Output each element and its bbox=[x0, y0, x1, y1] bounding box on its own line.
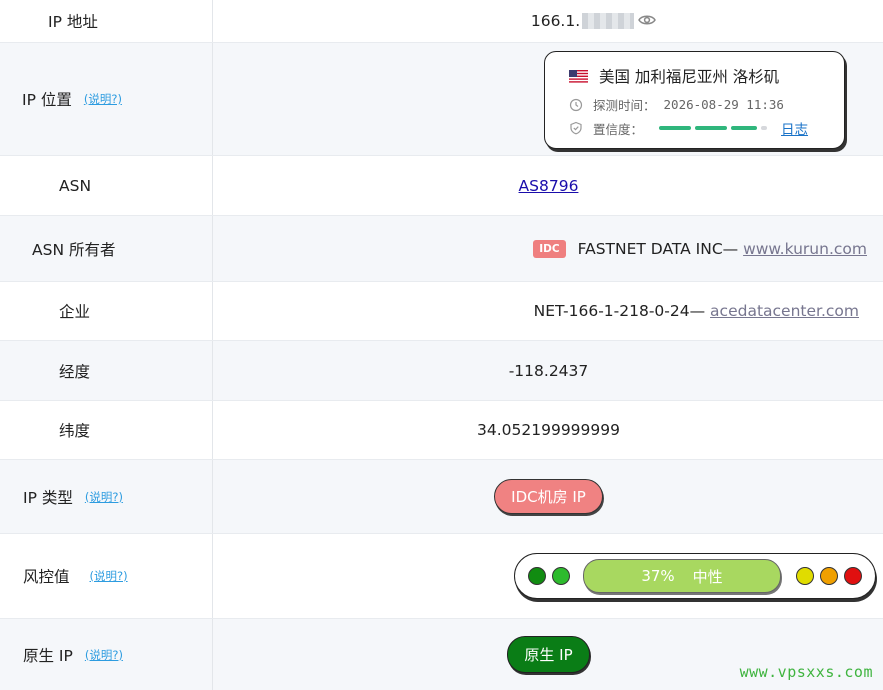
label-ip-location: IP 位置 (说明?) bbox=[0, 43, 213, 155]
row-longitude: 经度 -118.2437 bbox=[0, 341, 883, 401]
label-ip-type: IP 类型 (说明?) bbox=[0, 460, 213, 533]
idc-badge: IDC bbox=[533, 239, 566, 258]
asn-owner-domain-link[interactable]: www.kurun.com bbox=[743, 240, 867, 258]
row-ip-location: IP 位置 (说明?) 美国 加利福尼亚州 洛杉矶 探测时间： 2026-08-… bbox=[0, 43, 883, 156]
enterprise-name: NET-166-1-218-0-24— bbox=[533, 302, 711, 320]
confidence-bar bbox=[659, 126, 768, 130]
label-latitude: 纬度 bbox=[0, 401, 213, 459]
risk-level: 中性 bbox=[692, 567, 723, 586]
row-asn-owner: ASN 所有者 IDC FASTNET DATA INC— www.kurun.… bbox=[0, 216, 883, 282]
explain-link-location[interactable]: (说明?) bbox=[84, 91, 122, 107]
location-card: 美国 加利福尼亚州 洛杉矶 探测时间： 2026-08-29 11:36 置信度… bbox=[544, 51, 845, 149]
label-ip-address: IP 地址 bbox=[0, 0, 213, 42]
asn-owner-name: FASTNET DATA INC— bbox=[577, 239, 744, 258]
confidence-seg bbox=[659, 126, 692, 130]
value-ip-address: 166.1. bbox=[214, 0, 883, 42]
label-enterprise: 企业 bbox=[0, 282, 213, 340]
longitude-value: -118.2437 bbox=[508, 361, 589, 380]
location-main: 美国 加利福尼亚州 洛杉矶 bbox=[569, 65, 779, 87]
label-asn-owner: ASN 所有者 bbox=[0, 216, 213, 281]
confidence-seg bbox=[731, 126, 758, 130]
enterprise-domain-link[interactable]: acedatacenter.com bbox=[710, 302, 859, 320]
explain-link-native[interactable]: (说明?) bbox=[85, 647, 123, 663]
watermark: www.vpsxxs.com bbox=[739, 663, 873, 681]
label-longitude: 经度 bbox=[0, 341, 213, 400]
explain-link-ip-type[interactable]: (说明?) bbox=[85, 489, 123, 505]
detect-time-value: 2026-08-29 11:36 bbox=[663, 97, 784, 112]
row-ip-type: IP 类型 (说明?) IDC机房 IP bbox=[0, 460, 883, 534]
risk-dot-orange bbox=[820, 567, 838, 585]
label-native-ip: 原生 IP (说明?) bbox=[0, 619, 213, 690]
log-link[interactable]: 日志 bbox=[781, 118, 808, 138]
detect-time-label: 探测时间： bbox=[593, 98, 656, 113]
asn-link[interactable]: AS8796 bbox=[519, 177, 579, 195]
us-flag-icon bbox=[569, 70, 588, 83]
value-latitude: 34.052199999999 bbox=[214, 401, 883, 459]
value-longitude: -118.2437 bbox=[214, 341, 883, 400]
latitude-value: 34.052199999999 bbox=[477, 421, 620, 439]
explain-link-risk[interactable]: (说明?) bbox=[90, 568, 128, 584]
location-text: 美国 加利福尼亚州 洛杉矶 bbox=[598, 68, 780, 86]
value-ip-location: 美国 加利福尼亚州 洛杉矶 探测时间： 2026-08-29 11:36 置信度… bbox=[214, 43, 883, 155]
risk-dot-red bbox=[844, 567, 862, 585]
confidence-seg bbox=[695, 126, 728, 130]
risk-percent: 37% bbox=[641, 567, 675, 585]
value-asn: AS8796 bbox=[214, 156, 883, 215]
row-enterprise: 企业 NET-166-1-218-0-24— acedatacenter.com bbox=[0, 282, 883, 341]
row-ip-address: IP 地址 166.1. bbox=[0, 0, 883, 43]
clock-icon bbox=[569, 98, 583, 111]
risk-dot-dark-green bbox=[528, 567, 546, 585]
value-risk: 37% 中性 bbox=[214, 534, 883, 618]
confidence-line: 置信度： 日志 bbox=[569, 118, 808, 138]
ip-address-text: 166.1. bbox=[530, 12, 581, 30]
row-latitude: 纬度 34.052199999999 bbox=[0, 401, 883, 460]
native-ip-badge: 原生 IP bbox=[507, 636, 590, 673]
label-risk: 风控值 (说明?) bbox=[0, 534, 213, 618]
risk-meter: 37% 中性 bbox=[514, 553, 876, 599]
risk-fill: 37% 中性 bbox=[583, 559, 781, 593]
eye-icon[interactable] bbox=[638, 12, 657, 30]
label-asn: ASN bbox=[0, 156, 213, 215]
confidence-label: 置信度： bbox=[593, 121, 644, 137]
value-enterprise: NET-166-1-218-0-24— acedatacenter.com bbox=[214, 282, 883, 340]
shield-check-icon bbox=[570, 121, 582, 135]
detect-time-line: 探测时间： 2026-08-29 11:36 bbox=[569, 95, 784, 114]
risk-dot-green bbox=[552, 567, 570, 585]
row-risk: 风控值 (说明?) 37% 中性 bbox=[0, 534, 883, 619]
ip-mask bbox=[582, 13, 635, 29]
value-asn-owner: IDC FASTNET DATA INC— www.kurun.com bbox=[214, 216, 883, 281]
confidence-seg-empty bbox=[761, 126, 768, 130]
value-ip-type: IDC机房 IP bbox=[214, 460, 883, 533]
row-asn: ASN AS8796 bbox=[0, 156, 883, 216]
risk-dot-yellow bbox=[796, 567, 814, 585]
ip-type-badge: IDC机房 IP bbox=[494, 479, 603, 514]
